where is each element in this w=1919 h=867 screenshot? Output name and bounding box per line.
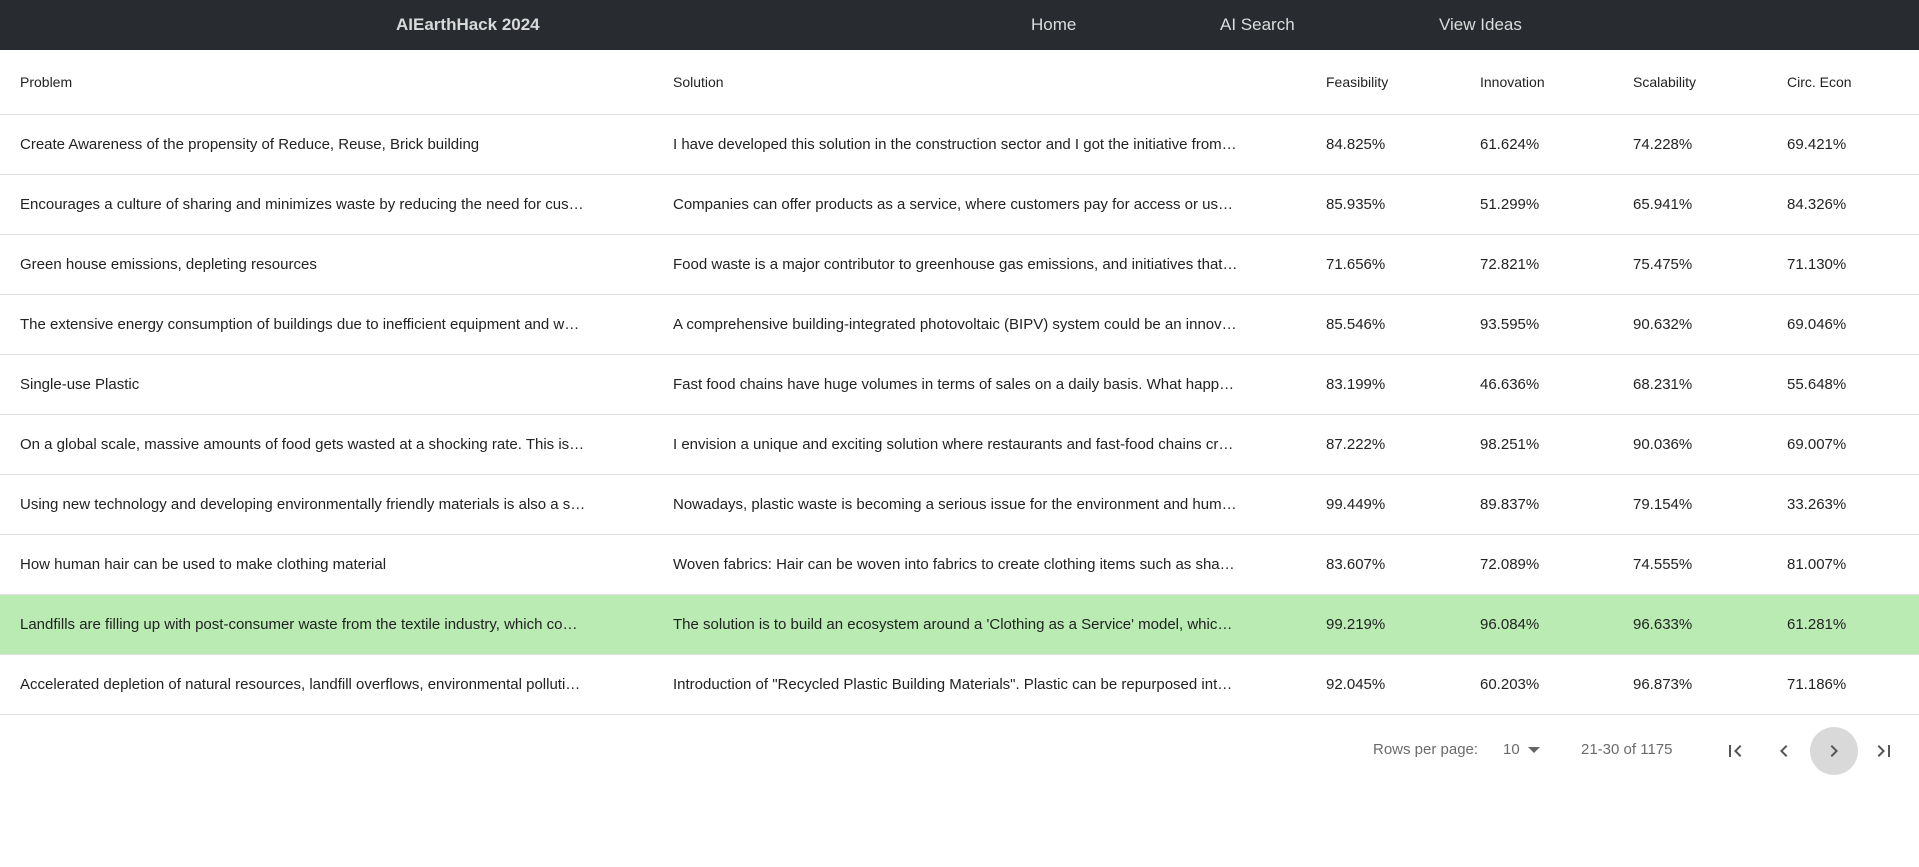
cell-solution: The solution is to build an ecosystem ar… bbox=[653, 594, 1306, 655]
rows-per-page-select[interactable]: 10 bbox=[1503, 741, 1540, 758]
cell-problem: On a global scale, massive amounts of fo… bbox=[0, 414, 653, 475]
cell-scalability: 79.154% bbox=[1613, 474, 1767, 535]
table-row[interactable]: How human hair can be used to make cloth… bbox=[0, 534, 1919, 595]
cell-circ-econ: 84.326% bbox=[1767, 174, 1919, 235]
cell-innovation: 60.203% bbox=[1460, 654, 1613, 715]
cell-innovation: 98.251% bbox=[1460, 414, 1613, 475]
cell-innovation: 89.837% bbox=[1460, 474, 1613, 535]
first-page-icon bbox=[1729, 745, 1742, 757]
previous-page-button[interactable] bbox=[1760, 727, 1808, 775]
cell-scalability: 90.632% bbox=[1613, 294, 1767, 355]
table-row[interactable]: The extensive energy consumption of buil… bbox=[0, 294, 1919, 355]
cell-feasibility: 71.656% bbox=[1306, 234, 1460, 295]
cell-innovation: 72.089% bbox=[1460, 534, 1613, 595]
cell-innovation: 93.595% bbox=[1460, 294, 1613, 355]
cell-problem: The extensive energy consumption of buil… bbox=[0, 294, 653, 355]
table-header-row: Problem Solution Feasibility Innovation … bbox=[0, 50, 1919, 115]
cell-solution: Fast food chains have huge volumes in te… bbox=[653, 354, 1306, 415]
column-header-innovation[interactable]: Innovation bbox=[1460, 50, 1613, 115]
column-header-scalability[interactable]: Scalability bbox=[1613, 50, 1767, 115]
cell-feasibility: 87.222% bbox=[1306, 414, 1460, 475]
chevron-right-icon bbox=[1830, 745, 1838, 757]
cell-scalability: 74.228% bbox=[1613, 114, 1767, 175]
cell-feasibility: 83.607% bbox=[1306, 534, 1460, 595]
table-row[interactable]: Accelerated depletion of natural resourc… bbox=[0, 654, 1919, 715]
cell-problem: Single-use Plastic bbox=[0, 354, 653, 415]
rows-per-page-label: Rows per page: bbox=[1373, 741, 1479, 758]
cell-problem: Green house emissions, depleting resourc… bbox=[0, 234, 653, 295]
top-navbar: AIEarthHack 2024 Home AI Search View Ide… bbox=[0, 0, 1919, 50]
cell-problem: How human hair can be used to make cloth… bbox=[0, 534, 653, 595]
cell-circ-econ: 61.281% bbox=[1767, 594, 1919, 655]
ideas-table: Problem Solution Feasibility Innovation … bbox=[0, 50, 1919, 715]
cell-circ-econ: 69.421% bbox=[1767, 114, 1919, 175]
cell-circ-econ: 69.007% bbox=[1767, 414, 1919, 475]
column-header-problem[interactable]: Problem bbox=[0, 50, 653, 115]
cell-solution: I envision a unique and exciting solutio… bbox=[653, 414, 1306, 475]
table-row[interactable]: Using new technology and developing envi… bbox=[0, 474, 1919, 535]
cell-solution: Food waste is a major contributor to gre… bbox=[653, 234, 1306, 295]
cell-problem: Using new technology and developing envi… bbox=[0, 474, 653, 535]
table-row[interactable]: Single-use Plastic Fast food chains have … bbox=[0, 354, 1919, 415]
column-header-feasibility[interactable]: Feasibility bbox=[1306, 50, 1460, 115]
table-row[interactable]: On a global scale, massive amounts of fo… bbox=[0, 414, 1919, 475]
cell-solution: A comprehensive building-integrated phot… bbox=[653, 294, 1306, 355]
nav-link-view-ideas[interactable]: View Ideas bbox=[1439, 15, 1522, 35]
table-body: Create Awareness of the propensity of Re… bbox=[0, 114, 1919, 715]
nav-link-ai-search[interactable]: AI Search bbox=[1220, 15, 1295, 35]
table-row[interactable]: Encourages a culture of sharing and mini… bbox=[0, 174, 1919, 235]
cell-solution: Nowadays, plastic waste is becoming a se… bbox=[653, 474, 1306, 535]
cell-solution: Woven fabrics: Hair can be woven into fa… bbox=[653, 534, 1306, 595]
cell-circ-econ: 81.007% bbox=[1767, 534, 1919, 595]
cell-scalability: 96.873% bbox=[1613, 654, 1767, 715]
next-page-button[interactable] bbox=[1810, 727, 1858, 775]
page-range-text: 21-30 of 1175 bbox=[1581, 741, 1673, 758]
dropdown-arrow-icon bbox=[1527, 747, 1540, 754]
cell-feasibility: 85.935% bbox=[1306, 174, 1460, 235]
cell-feasibility: 99.449% bbox=[1306, 474, 1460, 535]
cell-innovation: 72.821% bbox=[1460, 234, 1613, 295]
cell-feasibility: 84.825% bbox=[1306, 114, 1460, 175]
ideas-table-container: Problem Solution Feasibility Innovation … bbox=[0, 50, 1919, 715]
last-page-button[interactable] bbox=[1860, 727, 1908, 775]
nav-link-home[interactable]: Home bbox=[1031, 15, 1076, 35]
cell-innovation: 61.624% bbox=[1460, 114, 1613, 175]
cell-circ-econ: 69.046% bbox=[1767, 294, 1919, 355]
column-header-solution[interactable]: Solution bbox=[653, 50, 1306, 115]
cell-feasibility: 99.219% bbox=[1306, 594, 1460, 655]
table-row[interactable]: Create Awareness of the propensity of Re… bbox=[0, 114, 1919, 175]
cell-feasibility: 83.199% bbox=[1306, 354, 1460, 415]
first-page-button[interactable] bbox=[1711, 727, 1759, 775]
cell-problem: Accelerated depletion of natural resourc… bbox=[0, 654, 653, 715]
brand-title[interactable]: AIEarthHack 2024 bbox=[396, 15, 540, 35]
pagination-bar: Rows per page: 10 21-30 of 1175 bbox=[0, 716, 1919, 786]
table-row[interactable]: Green house emissions, depleting resourc… bbox=[0, 234, 1919, 295]
cell-circ-econ: 55.648% bbox=[1767, 354, 1919, 415]
cell-scalability: 68.231% bbox=[1613, 354, 1767, 415]
cell-circ-econ: 71.130% bbox=[1767, 234, 1919, 295]
cell-solution: Companies can offer products as a servic… bbox=[653, 174, 1306, 235]
cell-innovation: 96.084% bbox=[1460, 594, 1613, 655]
cell-problem: Encourages a culture of sharing and mini… bbox=[0, 174, 653, 235]
cell-scalability: 75.475% bbox=[1613, 234, 1767, 295]
cell-scalability: 90.036% bbox=[1613, 414, 1767, 475]
cell-problem: Landfills are filling up with post-consu… bbox=[0, 594, 653, 655]
cell-scalability: 96.633% bbox=[1613, 594, 1767, 655]
last-page-icon bbox=[1877, 745, 1890, 757]
cell-scalability: 65.941% bbox=[1613, 174, 1767, 235]
cell-circ-econ: 33.263% bbox=[1767, 474, 1919, 535]
cell-scalability: 74.555% bbox=[1613, 534, 1767, 595]
rows-per-page-value: 10 bbox=[1503, 741, 1520, 758]
cell-solution: Introduction of "Recycled Plastic Buildi… bbox=[653, 654, 1306, 715]
table-row[interactable]: Landfills are filling up with post-consu… bbox=[0, 594, 1919, 655]
cell-innovation: 51.299% bbox=[1460, 174, 1613, 235]
cell-feasibility: 85.546% bbox=[1306, 294, 1460, 355]
cell-innovation: 46.636% bbox=[1460, 354, 1613, 415]
cell-problem: Create Awareness of the propensity of Re… bbox=[0, 114, 653, 175]
cell-circ-econ: 71.186% bbox=[1767, 654, 1919, 715]
chevron-left-icon bbox=[1780, 745, 1788, 757]
cell-feasibility: 92.045% bbox=[1306, 654, 1460, 715]
cell-solution: I have developed this solution in the co… bbox=[653, 114, 1306, 175]
column-header-circ-econ[interactable]: Circ. Econ bbox=[1767, 50, 1919, 115]
